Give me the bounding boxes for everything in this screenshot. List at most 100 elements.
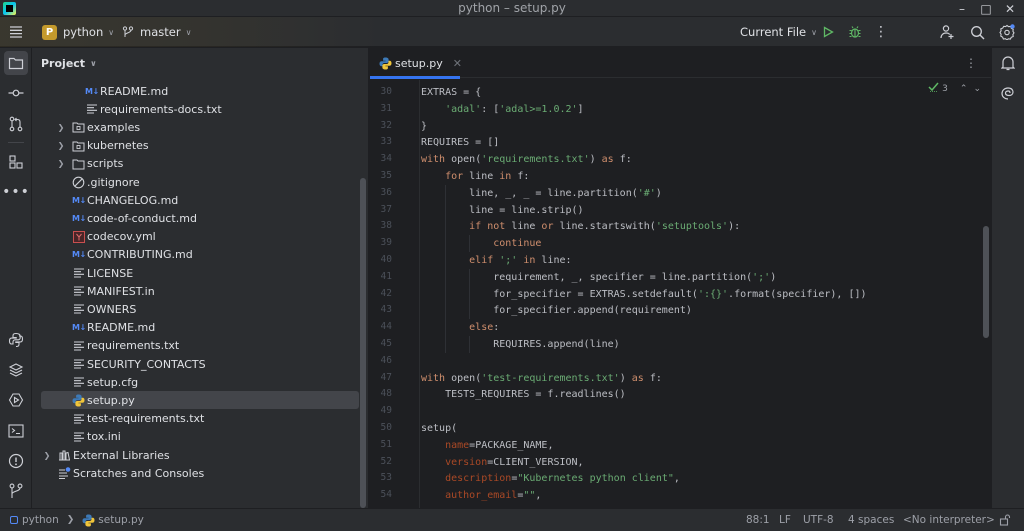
branch-selector[interactable]: master ∨: [122, 17, 191, 47]
code-line: description="Kubernetes python client",: [445, 470, 680, 487]
tree-item[interactable]: setup.cfg: [32, 373, 362, 391]
tree-item[interactable]: .gitignore: [32, 173, 362, 191]
run-configuration-selector[interactable]: Current File ∨: [740, 17, 817, 47]
tree-item[interactable]: M↓ README.md: [32, 82, 362, 100]
hamburger-menu-icon[interactable]: [6, 22, 26, 42]
package-folder-icon: [72, 139, 85, 152]
code-line: for line in f:: [445, 168, 529, 185]
code-token: ): [589, 154, 602, 166]
code-token: or: [541, 221, 560, 233]
project-selector[interactable]: P python ∨: [42, 17, 114, 47]
tree-item[interactable]: M↓ README.md: [32, 319, 362, 337]
structure-icon[interactable]: [4, 150, 28, 174]
close-tab-icon[interactable]: ✕: [453, 57, 462, 70]
close-icon[interactable]: ✕: [998, 0, 1022, 17]
code-token: REQUIRES.append(line): [493, 339, 620, 350]
debug-icon[interactable]: [847, 24, 863, 40]
code-token: open(: [451, 372, 482, 384]
tree-item[interactable]: M↓ code-of-conduct.md: [32, 209, 362, 227]
code-line: elif ';' in line:: [469, 252, 571, 269]
code-token: EXTRAS = {: [421, 87, 482, 98]
chevron-right-icon[interactable]: ❯: [56, 141, 66, 150]
previous-highlight-icon[interactable]: ⌃: [960, 84, 968, 94]
project-panel-header[interactable]: Project ∨: [32, 48, 369, 78]
more-horizontal-icon[interactable]: •••: [2, 180, 29, 204]
tree-item[interactable]: test-requirements.txt: [32, 410, 362, 428]
tree-item[interactable]: ❯ examples: [32, 118, 362, 136]
code-line: TESTS_REQUIRES = f.readlines(): [445, 386, 626, 403]
unlock-icon[interactable]: [999, 509, 1011, 531]
tree-item-label: codecov.yml: [87, 230, 156, 244]
python-console-icon[interactable]: [4, 328, 28, 352]
breadcrumb-file[interactable]: setup.py: [98, 514, 144, 526]
code-line: }: [421, 118, 427, 135]
line-number: 44: [380, 321, 392, 333]
code-token: in: [523, 255, 542, 266]
git-icon[interactable]: [4, 479, 28, 503]
tree-item[interactable]: ❯ External Libraries: [32, 446, 362, 464]
code-token: ,: [535, 490, 542, 502]
folder-icon[interactable]: [4, 51, 28, 75]
indent-guide: [469, 285, 471, 303]
editor-scrollbar[interactable]: [983, 226, 989, 338]
problems-icon[interactable]: [4, 449, 28, 473]
add-user-icon[interactable]: [938, 23, 956, 41]
caret-position[interactable]: 88:1: [746, 509, 770, 531]
indent-guide: [469, 302, 471, 320]
tree-item[interactable]: requirements-docs.txt: [32, 100, 362, 118]
text-file-icon: [72, 412, 85, 425]
inspection-widget[interactable]: 3 ⌃ ⌄: [928, 82, 981, 95]
code-line: with open('requirements.txt') as f:: [421, 151, 632, 168]
pull-requests-icon[interactable]: [4, 112, 28, 136]
chevron-right-icon[interactable]: ❯: [56, 159, 66, 168]
code-token: ):: [728, 221, 741, 233]
tree-item[interactable]: ❯ scripts: [32, 155, 362, 173]
code-token: open(: [451, 154, 482, 166]
ai-assistant-icon[interactable]: [996, 81, 1020, 105]
run-icon[interactable]: [820, 24, 836, 40]
chevron-down-icon: ∨: [185, 27, 192, 37]
line-separator[interactable]: LF: [779, 509, 791, 531]
next-highlight-icon[interactable]: ⌄: [973, 84, 981, 94]
tab-label: setup.py: [395, 56, 443, 70]
tree-item[interactable]: ❯ kubernetes: [32, 137, 362, 155]
tree-item[interactable]: MANIFEST.in: [32, 282, 362, 300]
interpreter-selector[interactable]: <No interpreter>: [903, 509, 995, 531]
project-module-icon: [10, 516, 18, 524]
tree-item[interactable]: codecov.yml: [32, 228, 362, 246]
layers-icon[interactable]: [4, 358, 28, 382]
indent-settings[interactable]: 4 spaces: [848, 509, 894, 531]
tree-item[interactable]: Scratches and Consoles: [32, 464, 362, 482]
breadcrumb-project[interactable]: python: [22, 514, 59, 526]
code-token: line.startswith(: [559, 221, 656, 233]
services-icon[interactable]: [4, 388, 28, 412]
tree-item[interactable]: M↓ CONTRIBUTING.md: [32, 246, 362, 264]
tree-item[interactable]: setup.py: [41, 391, 359, 410]
settings-icon[interactable]: [998, 23, 1016, 41]
code-line: line, _, _ = line.partition('#'): [469, 185, 662, 202]
commit-icon[interactable]: [4, 81, 28, 105]
tab-setup-py[interactable]: setup.py ✕: [370, 48, 462, 79]
maximize-icon[interactable]: □: [974, 0, 998, 17]
tree-item[interactable]: tox.ini: [32, 428, 362, 446]
chevron-right-icon[interactable]: ❯: [56, 123, 66, 132]
minimize-icon[interactable]: –: [950, 0, 974, 17]
terminal-icon[interactable]: [4, 419, 28, 443]
code-line: continue: [493, 235, 541, 252]
tree-item[interactable]: LICENSE: [32, 264, 362, 282]
search-icon[interactable]: [968, 23, 986, 41]
tree-item-label: code-of-conduct.md: [87, 211, 197, 225]
file-encoding[interactable]: UTF-8: [803, 509, 834, 531]
tree-item-label: CONTRIBUTING.md: [87, 248, 193, 262]
chevron-right-icon[interactable]: ❯: [42, 451, 52, 460]
tree-item[interactable]: SECURITY_CONTACTS: [32, 355, 362, 373]
more-vertical-icon[interactable]: ⋮: [965, 56, 977, 70]
tree-item[interactable]: requirements.txt: [32, 337, 362, 355]
tree-item[interactable]: M↓ CHANGELOG.md: [32, 191, 362, 209]
line-number: 33: [380, 136, 392, 148]
tree-item-label: OWNERS: [87, 302, 137, 316]
notifications-icon[interactable]: [996, 51, 1020, 75]
code-token: "": [523, 490, 536, 502]
more-vertical-icon[interactable]: ⋮: [873, 24, 889, 40]
tree-item[interactable]: OWNERS: [32, 300, 362, 318]
